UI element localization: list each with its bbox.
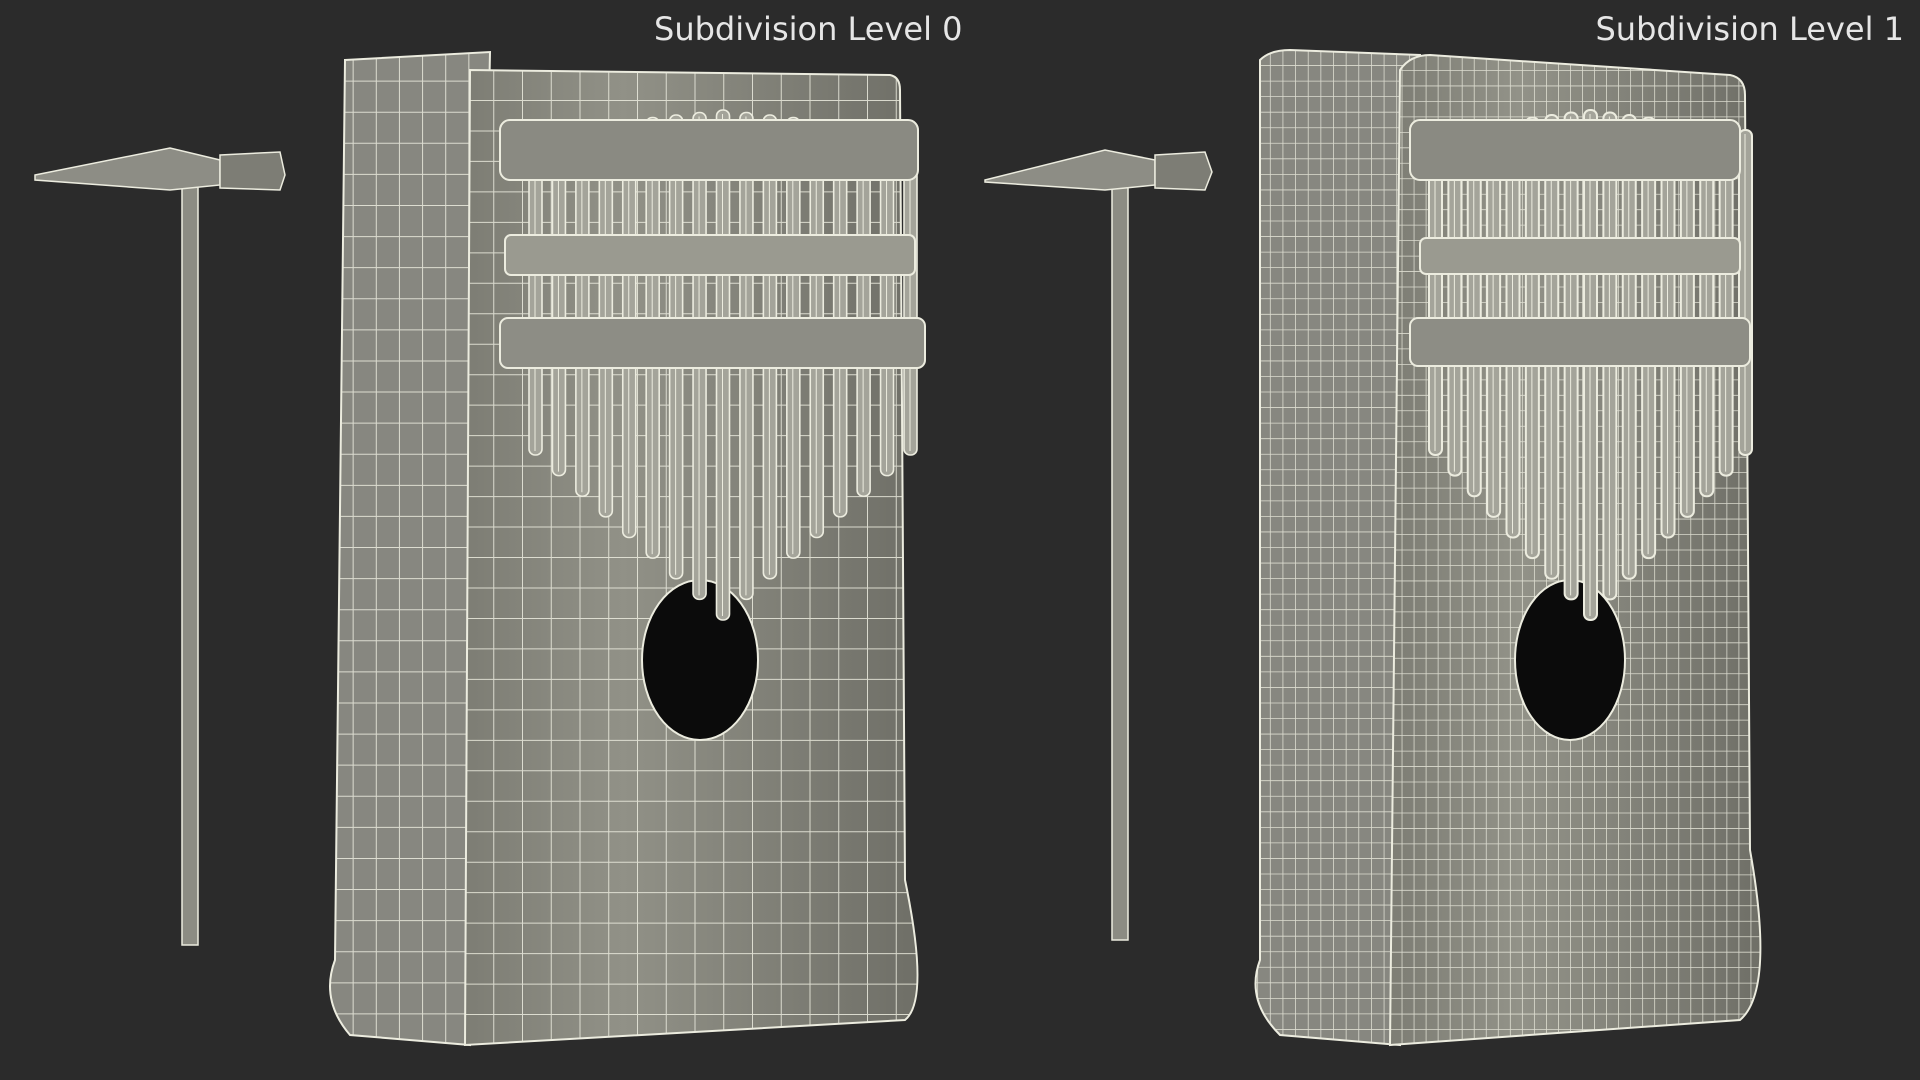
- kalimba-bridge: [1409, 119, 1751, 367]
- sound-hole: [641, 579, 759, 741]
- caption-subdivision-level-1: Subdivision Level 1: [1595, 10, 1904, 48]
- sound-hole: [1514, 579, 1626, 741]
- panel-subdivision-1: Subdivision Level 1: [960, 0, 1920, 1080]
- tuning-hammer: [984, 149, 1213, 941]
- kalimba-bridge: [499, 119, 926, 369]
- kalimba-render-level-1: [984, 48, 1762, 1047]
- panel-subdivision-0: Subdivision Level 0: [0, 0, 963, 1080]
- render-stage: Subdivision Level 0 Subdivision Level 1: [0, 0, 1920, 1080]
- kalimba-render-level-0: [34, 50, 926, 1047]
- caption-subdivision-level-0: Subdivision Level 0: [654, 10, 963, 48]
- tuning-hammer: [34, 147, 286, 946]
